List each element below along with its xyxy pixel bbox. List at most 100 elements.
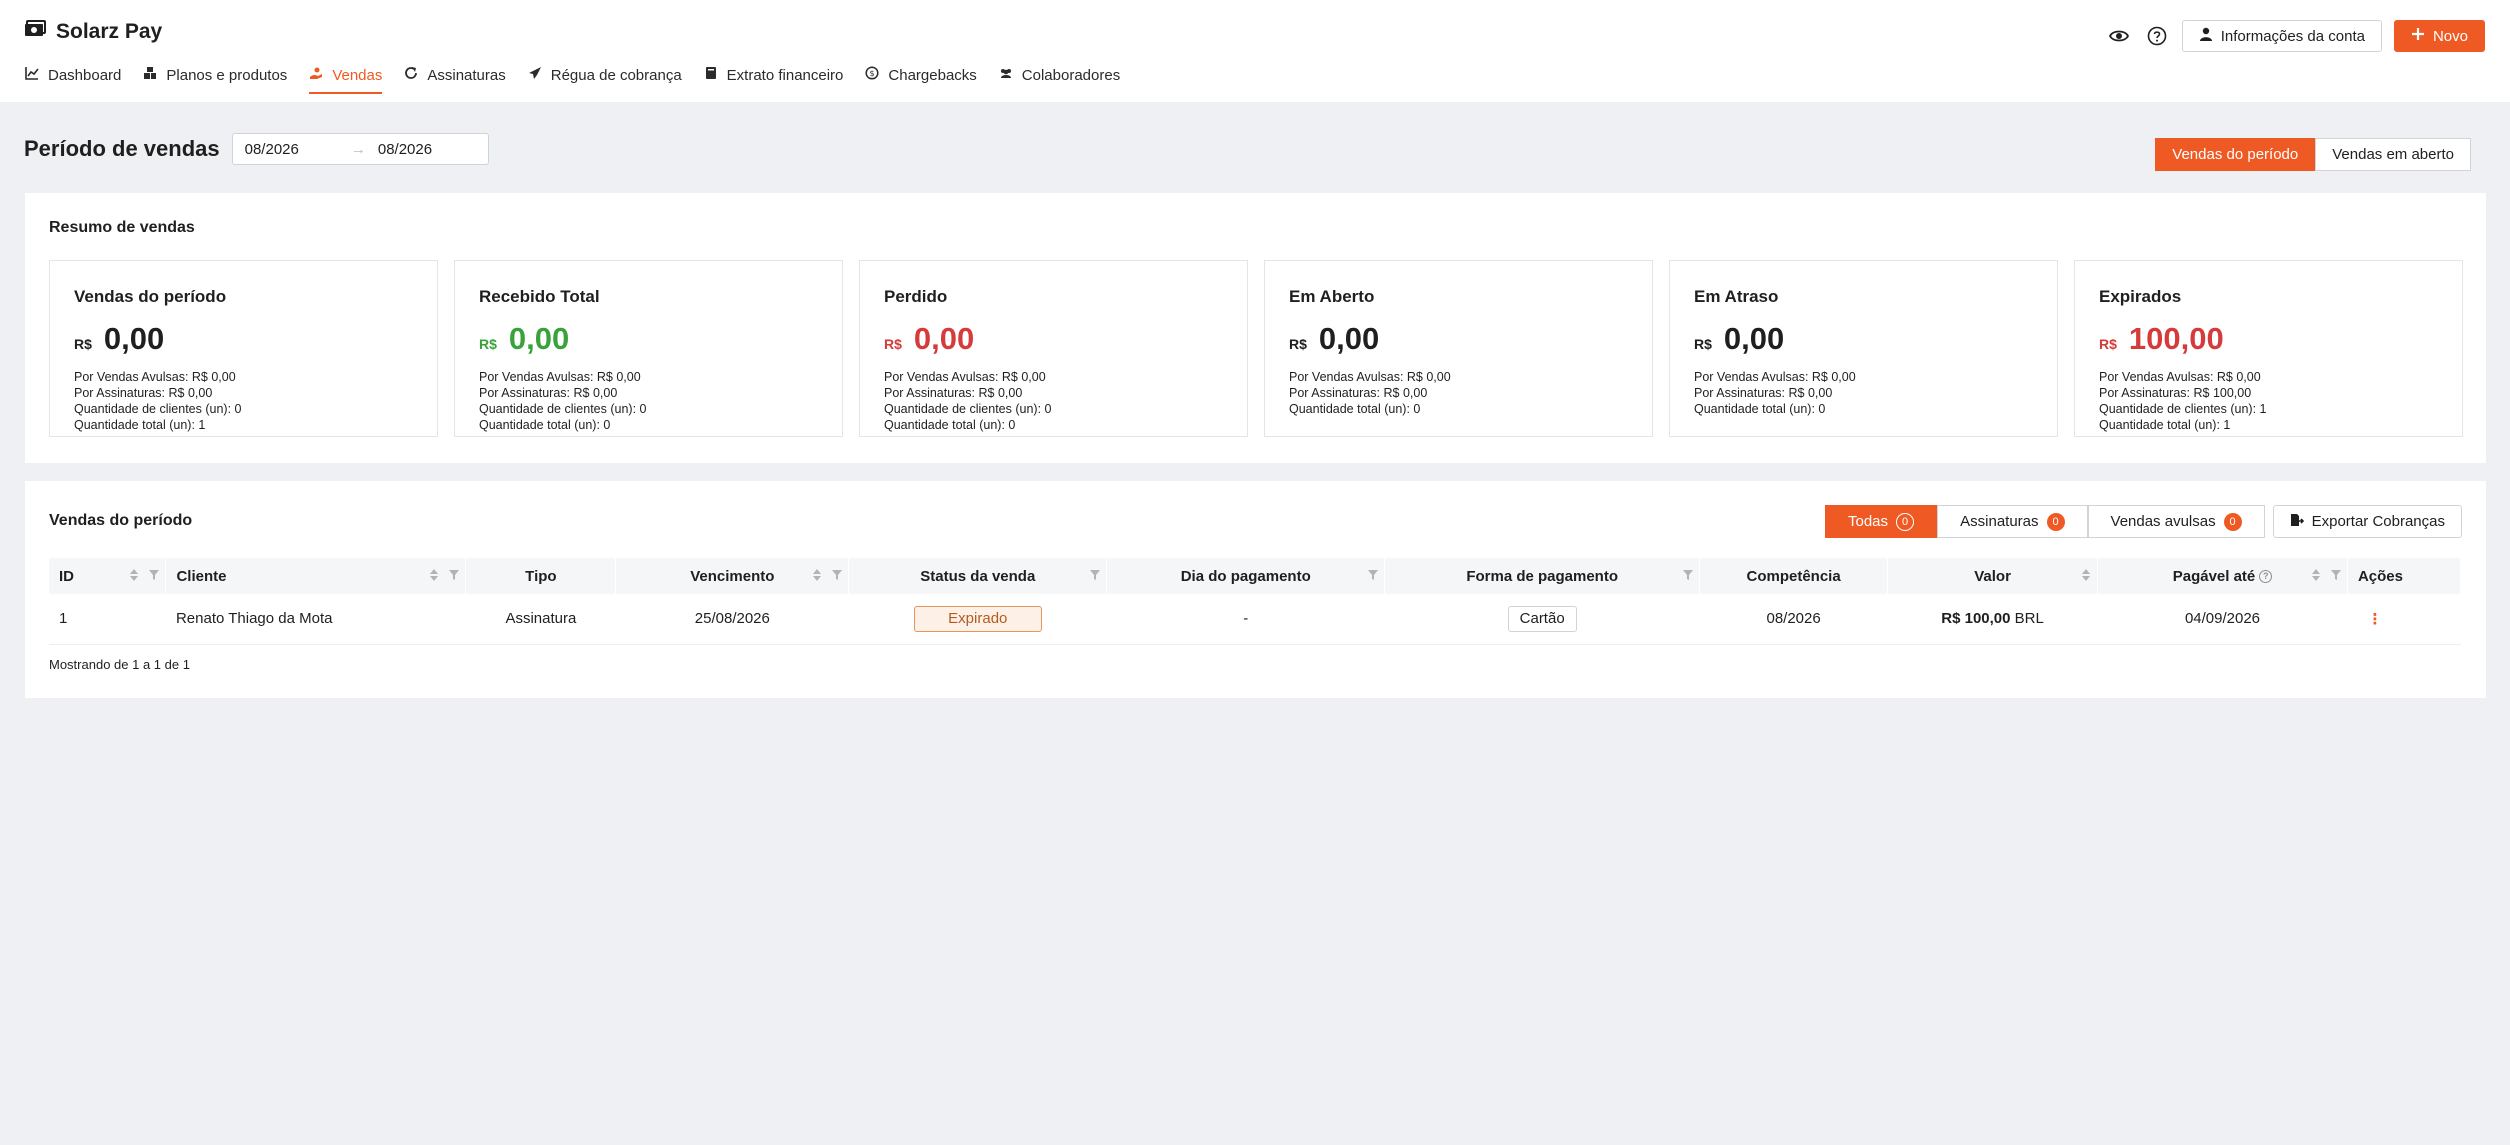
cell-competence: 08/2026 [1699, 594, 1888, 645]
filter-icon[interactable] [149, 568, 160, 585]
coin-icon: $ [865, 66, 879, 84]
filter-icon[interactable] [1090, 568, 1101, 585]
card-detail-line: Por Vendas Avulsas: R$ 0,00 [1694, 370, 1856, 384]
card-detail-line: Quantidade de clientes (un): 0 [74, 402, 242, 416]
range-end: 08/2026 [377, 140, 433, 158]
cell-status: Expirado [848, 594, 1107, 645]
card-title: Expirados [2099, 287, 2182, 306]
col-label: Ações [2357, 567, 2403, 585]
nav-dashboard[interactable]: Dashboard [25, 66, 121, 94]
sort-icon[interactable] [2311, 568, 2321, 585]
filter-icon[interactable] [449, 568, 460, 585]
col-due-date[interactable]: Vencimento [615, 558, 850, 594]
summary-card: Em Aberto R$ 0,00 Por Vendas Avulsas: R$ 0,… [1264, 260, 1653, 437]
card-detail-line: Quantidade total (un): 0 [1694, 402, 1826, 416]
eye-icon[interactable] [2106, 20, 2132, 52]
count-badge: 0 [2046, 512, 2065, 531]
nav-plans-products[interactable]: Planos e produtos [143, 66, 287, 94]
card-detail-line: Por Assinaturas: R$ 0,00 [884, 386, 1023, 400]
range-start: 08/2026 [244, 140, 299, 158]
col-payment-day[interactable]: Dia do pagamento [1106, 558, 1386, 594]
filter-icon[interactable] [1368, 568, 1379, 585]
nav-label: Planos e produtos [166, 66, 288, 84]
help-icon[interactable] [2144, 20, 2170, 52]
sort-icon[interactable] [812, 568, 822, 585]
date-range-picker[interactable]: 08/2026 → 08/2026 [231, 133, 489, 165]
nav-subscriptions[interactable]: Assinaturas [404, 66, 506, 94]
card-detail-line: Quantidade total (un): 1 [74, 418, 206, 432]
sales-type-tabs: Todas 0 Assinaturas 0 Vendas avulsas 0 [1824, 505, 2265, 538]
filter-icon[interactable] [832, 568, 843, 585]
summary-card: Vendas do período R$ 0,00 Por Vendas Avulsa… [49, 260, 438, 437]
toggle-open-sales[interactable]: Vendas em aberto [2315, 138, 2471, 171]
new-button[interactable]: Novo [2393, 20, 2485, 52]
account-info-button[interactable]: Informações da conta [2181, 20, 2382, 52]
cell-client: Renato Thiago da Mota [165, 594, 466, 645]
card-detail-line: Por Assinaturas: R$ 0,00 [1694, 386, 1833, 400]
tab-subscriptions[interactable]: Assinaturas 0 [1937, 505, 2088, 538]
card-detail-line: Quantidade de clientes (un): 0 [479, 402, 647, 416]
export-charges-button[interactable]: Exportar Cobranças [2272, 505, 2462, 538]
more-vertical-icon[interactable]: ⋮ [2357, 611, 2382, 628]
col-payable-until[interactable]: Pagável até? [2097, 558, 2348, 594]
table-row[interactable]: 1 Renato Thiago da Mota Assinatura 25/08… [49, 594, 2461, 645]
nav-chargebacks[interactable]: $ Chargebacks [865, 66, 977, 94]
sort-icon[interactable] [429, 568, 439, 585]
currency-symbol: R$ [884, 336, 902, 352]
value-amount: R$ 100,00 [1941, 610, 2011, 628]
sort-icon[interactable] [129, 568, 139, 585]
filter-icon[interactable] [1683, 568, 1694, 585]
card-detail-line: Quantidade total (un): 0 [884, 418, 1016, 432]
col-id[interactable]: ID [49, 558, 167, 594]
status-badge: Expirado [913, 605, 1042, 632]
pagination-info: Mostrando de 1 a 1 de 1 [49, 657, 190, 672]
arrow-right-icon: → [350, 140, 366, 158]
count-badge: 0 [1896, 512, 1915, 531]
top-bar: Solarz Pay Informações da conta Novo Das… [0, 0, 2510, 102]
new-label: Novo [2432, 27, 2468, 45]
nav-label: Dashboard [48, 66, 122, 84]
nav-sales[interactable]: Vendas [309, 66, 383, 94]
filter-icon[interactable] [2330, 568, 2341, 585]
currency-symbol: R$ [2099, 336, 2117, 352]
cell-payable-until: 04/09/2026 [2097, 594, 2348, 645]
nav-label: Vendas [332, 66, 383, 84]
plus-icon [2411, 27, 2425, 45]
card-detail-line: Quantidade de clientes (un): 0 [884, 402, 1052, 416]
cell-id: 1 [49, 594, 166, 645]
toggle-period-sales[interactable]: Vendas do período [2155, 138, 2316, 171]
cell-payment-method: Cartão [1384, 594, 1700, 645]
card-detail-line: Por Vendas Avulsas: R$ 0,00 [1289, 370, 1451, 384]
svg-text:$: $ [870, 69, 875, 78]
col-value[interactable]: Valor [1887, 558, 2099, 594]
amount-value: 0,00 [508, 321, 570, 356]
card-title: Perdido [884, 287, 948, 306]
tab-all[interactable]: Todas 0 [1824, 505, 1938, 538]
nav-label: Extrato financeiro [726, 66, 844, 84]
card-detail-line: Por Assinaturas: R$ 0,00 [479, 386, 618, 400]
card-detail-line: Por Vendas Avulsas: R$ 0,00 [74, 370, 236, 384]
nav-label: Colaboradores [1021, 66, 1121, 84]
col-label: Forma de pagamento [1466, 567, 1619, 585]
question-circle-icon[interactable]: ? [2259, 569, 2273, 583]
card-detail-line: Por Vendas Avulsas: R$ 0,00 [884, 370, 1046, 384]
count-badge: 0 [2223, 512, 2242, 531]
nav-label: Assinaturas [427, 66, 506, 84]
card-detail-line: Quantidade total (un): 0 [479, 418, 611, 432]
tab-single-sales[interactable]: Vendas avulsas 0 [2087, 505, 2265, 538]
card-detail-line: Por Assinaturas: R$ 0,00 [74, 386, 213, 400]
card-amount: R$ 0,00 [74, 321, 413, 357]
col-status[interactable]: Status da venda [848, 558, 1108, 594]
sort-icon[interactable] [2081, 568, 2091, 585]
user-icon [2199, 27, 2213, 45]
nav-label: Chargebacks [888, 66, 977, 84]
currency-symbol: R$ [74, 336, 92, 352]
col-payment-method[interactable]: Forma de pagamento [1384, 558, 1701, 594]
card-details: Por Vendas Avulsas: R$ 0,00 Por Assinatur… [1289, 369, 1628, 417]
nav-collaborators[interactable]: Colaboradores [999, 66, 1120, 94]
nav-billing-rule[interactable]: Régua de cobrança [528, 66, 682, 94]
nav-label: Régua de cobrança [550, 66, 682, 84]
card-details: Por Vendas Avulsas: R$ 0,00 Por Assinatur… [2099, 369, 2438, 433]
col-client[interactable]: Cliente [165, 558, 467, 594]
nav-financial-statement[interactable]: Extrato financeiro [704, 66, 844, 94]
